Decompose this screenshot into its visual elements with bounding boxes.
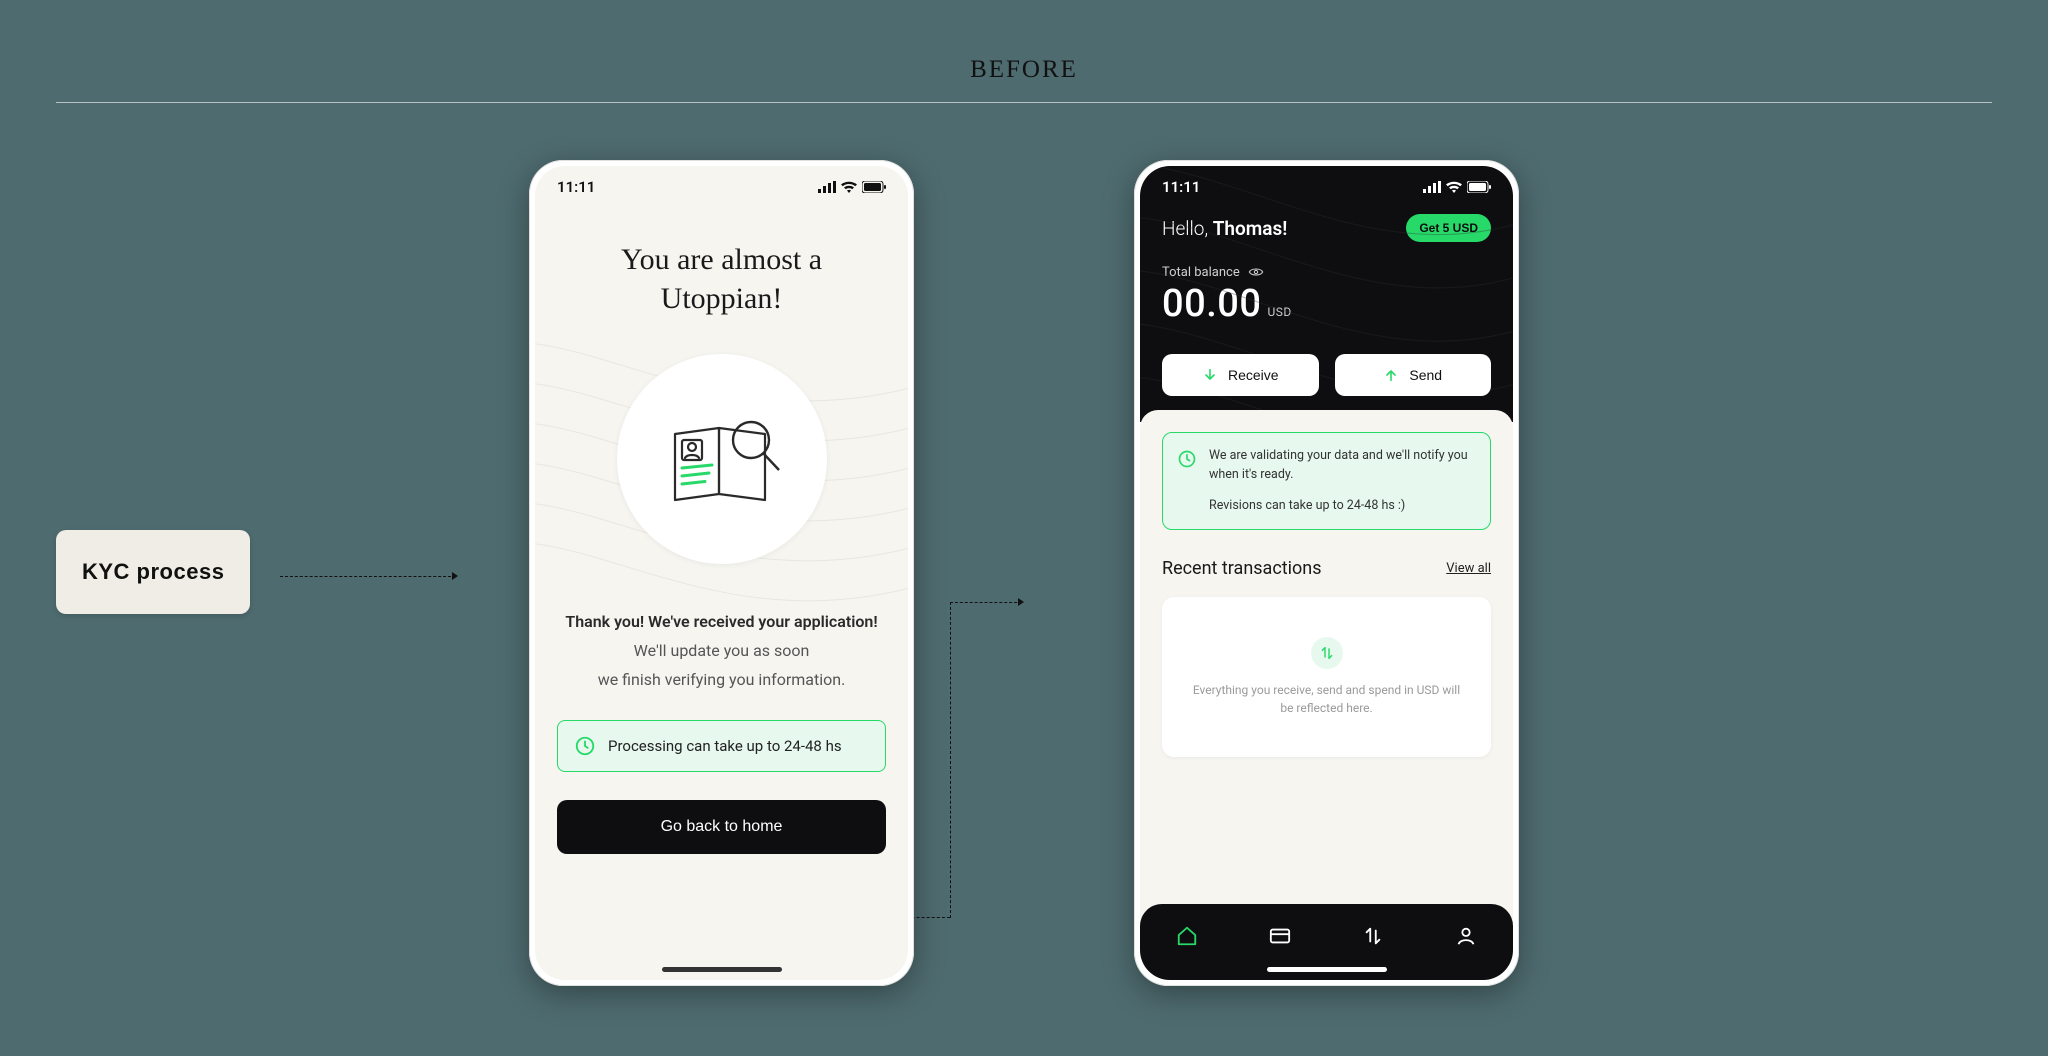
go-home-button[interactable]: Go back to home — [557, 800, 886, 854]
clock-icon — [1177, 449, 1197, 469]
greeting-prefix: Hello, — [1162, 217, 1213, 240]
balance-label-row: Total balance — [1162, 264, 1491, 280]
empty-hint: Everything you receive, send and spend i… — [1192, 681, 1461, 717]
phone-home-dashboard: 11:11 Hello, — [1134, 160, 1519, 986]
home-indicator — [662, 967, 782, 972]
status-time: 11:11 — [1162, 178, 1200, 196]
cellular-signal-icon — [818, 181, 836, 193]
swap-arrows-icon — [1362, 925, 1384, 947]
balance-currency: USD — [1267, 305, 1291, 319]
validation-text-2: Revisions can take up to 24-48 hs :) — [1209, 497, 1476, 516]
home-icon — [1176, 925, 1198, 947]
wifi-icon — [1446, 181, 1462, 193]
illustration-passport — [617, 354, 827, 564]
balance-amount: 00.00 — [1162, 282, 1261, 326]
greeting-name: Thomas! — [1213, 217, 1288, 240]
profile-icon — [1455, 925, 1477, 947]
processing-text: Processing can take up to 24-48 hs — [608, 737, 842, 755]
section-header: BEFORE — [56, 56, 1992, 103]
confirmation-sub1: We'll update you as soon — [565, 639, 877, 664]
tab-home[interactable] — [1166, 915, 1208, 960]
phone-kyc-confirmation: 11:11 — [529, 160, 914, 986]
validation-text-1: We are validating your data and we'll no… — [1209, 447, 1476, 485]
clock-icon — [574, 735, 596, 757]
status-bar: 11:11 — [535, 166, 908, 208]
balance-value: 00.00 USD — [1162, 282, 1491, 326]
balance-label: Total balance — [1162, 265, 1240, 280]
receive-button[interactable]: Receive — [1162, 354, 1319, 396]
status-bar: 11:11 — [1162, 166, 1491, 208]
confirmation-title: Thank you! We've received your applicati… — [565, 610, 877, 635]
greeting: Hello, Thomas! — [1162, 217, 1287, 240]
processing-banner: Processing can take up to 24-48 hs — [557, 720, 886, 772]
confirmation-message: Thank you! We've received your applicati… — [565, 610, 877, 692]
transactions-empty-state: Everything you receive, send and spend i… — [1162, 597, 1491, 757]
tab-profile[interactable] — [1445, 915, 1487, 960]
recent-transactions-title: Recent transactions — [1162, 558, 1322, 579]
arrow-up-icon — [1383, 367, 1399, 383]
promo-button[interactable]: Get 5 USD — [1406, 214, 1491, 242]
arrow-down-icon — [1202, 367, 1218, 383]
swap-icon-badge — [1311, 637, 1343, 669]
eye-icon[interactable] — [1248, 264, 1264, 280]
confirmation-sub2: we finish verifying you information. — [565, 668, 877, 693]
send-label: Send — [1409, 367, 1442, 383]
validation-banner: We are validating your data and we'll no… — [1162, 432, 1491, 530]
divider — [56, 102, 1992, 103]
receive-label: Receive — [1228, 367, 1279, 383]
tab-transfer[interactable] — [1352, 915, 1394, 960]
section-title: BEFORE — [56, 56, 1992, 84]
send-button[interactable]: Send — [1335, 354, 1492, 396]
swap-arrows-icon — [1319, 645, 1335, 661]
tab-card[interactable] — [1259, 915, 1301, 960]
cellular-signal-icon — [1423, 181, 1441, 193]
page-title: You are almost a Utoppian! — [557, 240, 886, 318]
home-indicator — [1267, 967, 1387, 972]
status-time: 11:11 — [557, 178, 595, 196]
card-icon — [1269, 925, 1291, 947]
wifi-icon — [841, 181, 857, 193]
battery-icon — [862, 181, 886, 193]
battery-icon — [1467, 181, 1491, 193]
view-all-link[interactable]: View all — [1446, 561, 1491, 576]
